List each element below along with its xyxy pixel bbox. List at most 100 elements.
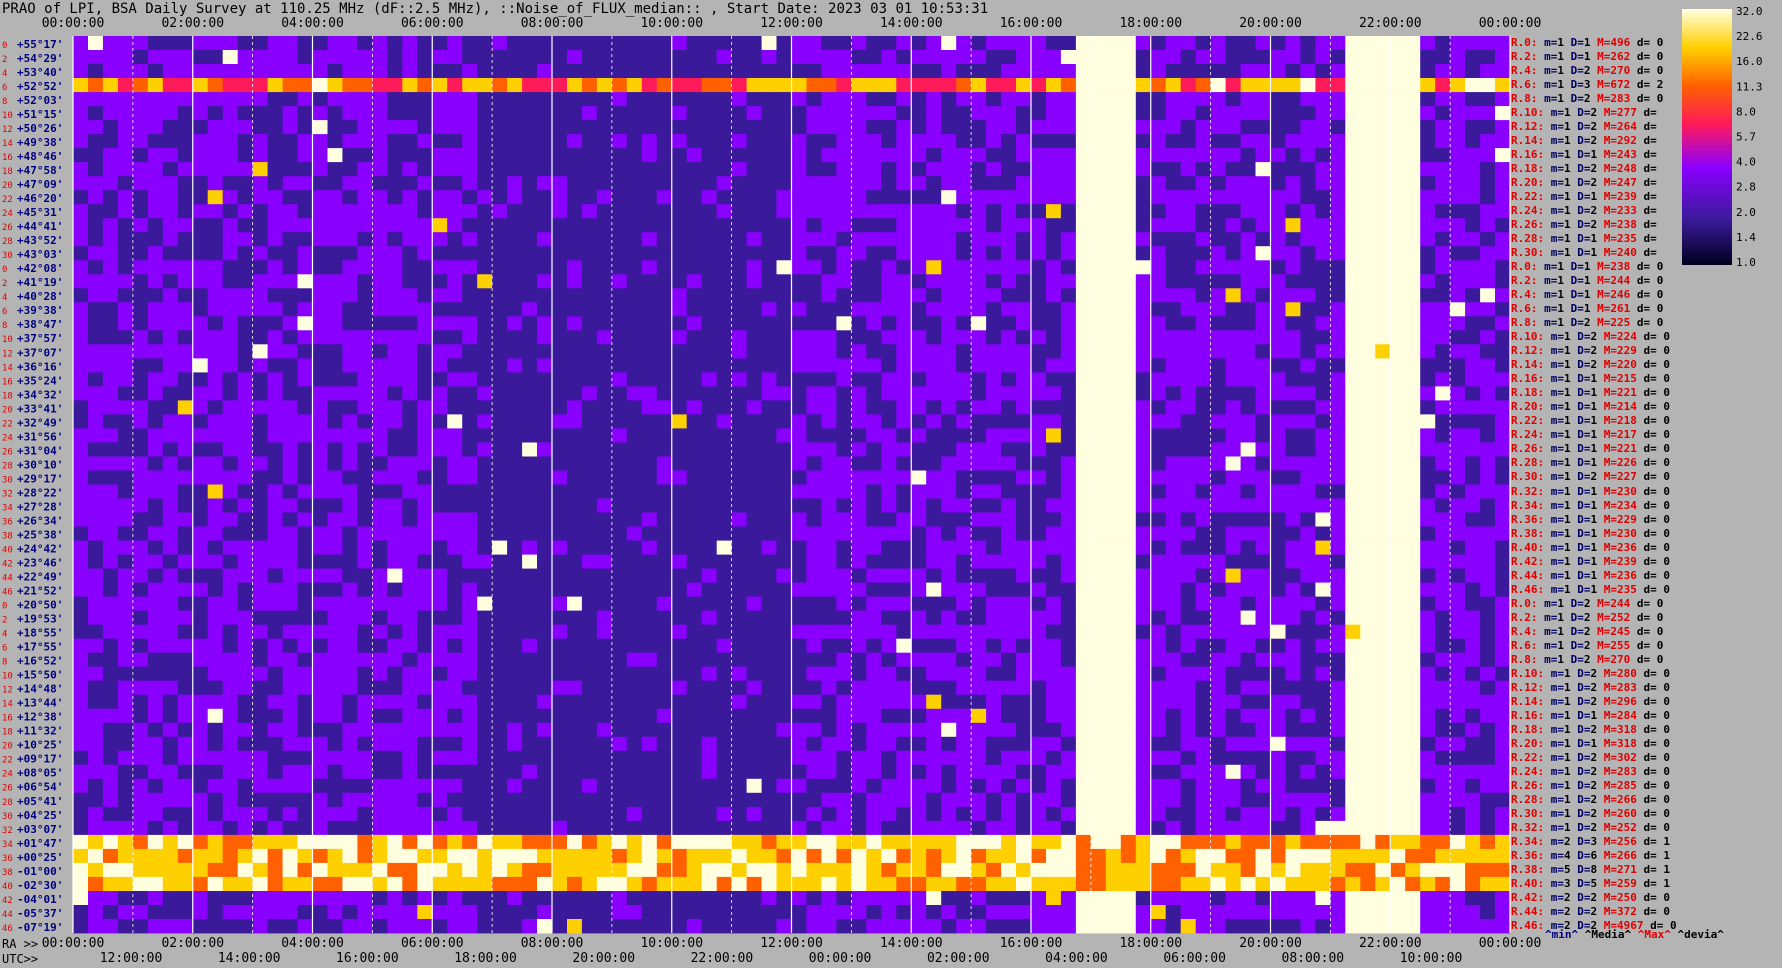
heatmap-cell [252, 428, 269, 443]
heatmap-cell [132, 456, 149, 471]
heatmap-cell [746, 358, 763, 373]
heatmap-cell [162, 428, 179, 443]
heatmap-cell [1001, 456, 1017, 471]
heatmap-cell [402, 568, 418, 583]
heatmap-cell [1315, 232, 1331, 247]
heatmap-cell [1105, 218, 1122, 233]
heatmap-cell [507, 372, 523, 387]
heatmap-cell [1195, 554, 1212, 569]
heatmap-cell [1345, 50, 1361, 65]
heatmap-cell [1210, 148, 1227, 163]
heatmap-cell [1240, 442, 1257, 457]
heatmap-cell [581, 134, 598, 149]
heatmap-cell [342, 456, 358, 471]
heatmap-cell [1390, 498, 1406, 513]
heatmap-cell [611, 120, 628, 135]
heatmap-cell [1135, 498, 1152, 513]
heatmap-cell [1390, 582, 1406, 597]
heatmap-cell [1420, 316, 1436, 331]
heatmap-cell [1420, 638, 1436, 654]
heatmap-cell [1330, 400, 1346, 415]
heatmap-cell [1450, 64, 1466, 79]
heatmap-cell [252, 498, 269, 513]
heatmap-cell [1016, 596, 1032, 611]
heatmap-cell [267, 708, 284, 724]
heatmap-cell [956, 386, 972, 401]
heatmap-cell [222, 358, 239, 373]
heatmap-cell [791, 232, 807, 247]
heatmap-cell [402, 78, 418, 93]
heatmap-cell [896, 414, 912, 429]
heatmap-cell [1435, 540, 1451, 555]
heatmap-cell [537, 176, 553, 191]
heatmap-cell [716, 498, 733, 513]
heatmap-cell [387, 736, 403, 752]
heatmap-cell [941, 106, 957, 121]
heatmap-cell [432, 428, 448, 443]
heatmap-cell [1390, 708, 1406, 724]
heatmap-cell [1105, 36, 1122, 51]
heatmap-cell [821, 50, 837, 65]
heatmap-cell [147, 246, 164, 261]
heatmap-cell [312, 36, 328, 51]
heatmap-cell [686, 190, 703, 205]
heatmap-cell [207, 456, 224, 471]
heatmap-cell [492, 162, 508, 177]
heatmap-cell [147, 540, 164, 555]
heatmap-cell [357, 652, 373, 668]
heatmap-cell [372, 64, 388, 79]
heatmap-cell [297, 582, 313, 597]
heatmap-cell [267, 456, 284, 471]
heatmap-cell [1390, 470, 1406, 485]
heatmap-cell [1255, 624, 1271, 640]
heatmap-cell [986, 372, 1002, 387]
heatmap-cell [1090, 400, 1107, 415]
heatmap-cell [357, 428, 373, 443]
heatmap-cell [312, 64, 328, 79]
heatmap-cell [1001, 610, 1017, 625]
heatmap-cell [222, 78, 239, 93]
heatmap-cell [881, 92, 897, 107]
heatmap-cell [611, 498, 628, 513]
heatmap-cell [1495, 694, 1511, 710]
heatmap-cell [1450, 106, 1466, 121]
heatmap-cell [731, 92, 748, 107]
heatmap-cell [686, 162, 703, 177]
heatmap-cell [716, 36, 733, 51]
heatmap-cell [522, 64, 538, 79]
heatmap-cell [1165, 526, 1182, 541]
heatmap-cell [1240, 624, 1257, 640]
heatmap-cell [911, 624, 927, 640]
heatmap-cell [1435, 680, 1451, 696]
heatmap-cell [956, 526, 972, 541]
heatmap-cell [596, 344, 613, 359]
heatmap-cell [641, 372, 658, 387]
heatmap-cell [447, 526, 463, 541]
heatmap-cell [656, 260, 673, 275]
heatmap-cell [1255, 148, 1271, 163]
heatmap-cell [447, 92, 463, 107]
heatmap-cell [1060, 260, 1077, 275]
heatmap-cell [222, 526, 239, 541]
heatmap-cell [477, 512, 493, 527]
heatmap-cell [117, 764, 134, 780]
heatmap-cell [716, 64, 733, 79]
heatmap-cell [297, 92, 313, 107]
heatmap-cell [492, 414, 508, 429]
heatmap-cell [776, 414, 792, 429]
heatmap-cell [776, 78, 792, 93]
heatmap-cell [1405, 554, 1421, 569]
heatmap-cell [1435, 386, 1451, 401]
heatmap-cell [926, 64, 942, 79]
heatmap-cell [836, 288, 852, 303]
heatmap-cell [671, 694, 688, 710]
heatmap-cell [1060, 274, 1077, 289]
heatmap-cell [866, 232, 882, 247]
heatmap-cell [1285, 526, 1301, 541]
heatmap-cell [1120, 176, 1137, 191]
heatmap-cell [282, 288, 299, 303]
heatmap-cell [761, 274, 778, 289]
heatmap-cell [267, 274, 284, 289]
heatmap-cell [1001, 330, 1017, 345]
heatmap-cell [132, 666, 149, 682]
